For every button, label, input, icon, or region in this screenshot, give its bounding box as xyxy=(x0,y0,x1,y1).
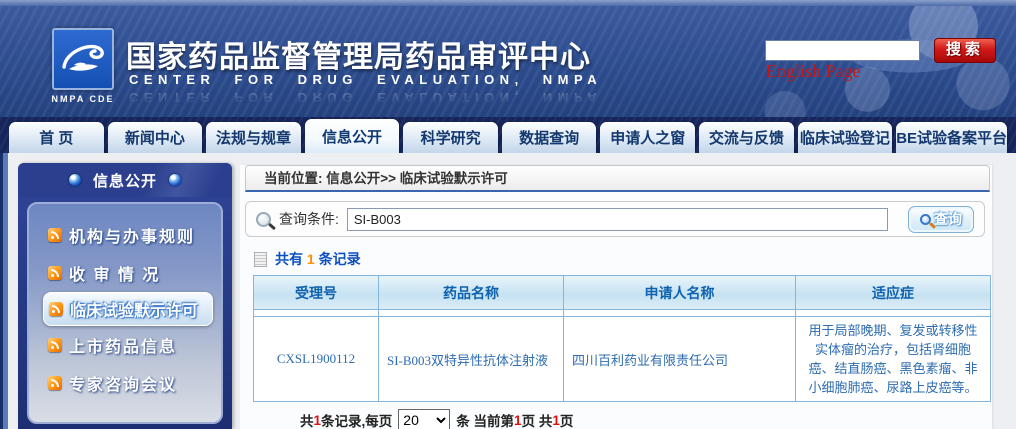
pagination: 共 1条记录,每页 20 条 当前第 1页 共 1 页 xyxy=(300,409,992,429)
column-header-acceptance-no: 受理号 xyxy=(254,276,379,310)
main-content: 当前位置: 信息公开>> 临床试验默示许可 查询条件: 查询 共有 1 条记录 xyxy=(240,165,992,429)
tab-clinical-trial-registry[interactable]: 临床试验登记 xyxy=(798,122,893,153)
record-count-number: 1 xyxy=(307,251,315,267)
sidebar-item-marketed-drug-info[interactable]: 上市药品信息 xyxy=(43,326,213,364)
column-header-drug-name: 药品名称 xyxy=(379,276,564,310)
site-logo[interactable]: NMPA CDE xyxy=(50,28,116,104)
left-edge-light xyxy=(3,153,8,429)
breadcrumb: 当前位置: 信息公开>> 临床试验默示许可 xyxy=(245,165,990,192)
query-bar: 查询条件: 查询 xyxy=(245,201,985,237)
site-search-button[interactable]: 搜索 xyxy=(934,38,996,63)
cell-indication: 用于局部晚期、复发或转移性实体瘤的治疗，包括肾细胞癌、结直肠癌、黑色素瘤、非小细… xyxy=(796,317,991,402)
tab-be-trial-platform[interactable]: BE试验备案平台 xyxy=(896,122,1007,153)
magnifier-icon xyxy=(256,212,271,227)
record-count-row: 共有 1 条记录 xyxy=(254,249,992,269)
pagination-text: 条 当前第 xyxy=(456,410,514,429)
table-spacer-row xyxy=(254,310,991,317)
pagination-text: 页 共 xyxy=(522,410,553,429)
sidebar-item-expert-advisory-meeting[interactable]: 专家咨询会议 xyxy=(43,364,213,402)
magnifier-icon xyxy=(920,214,931,225)
table-row: CXSL1900112 SI-B003双特异性抗体注射液 四川百利药业有限责任公… xyxy=(254,317,991,402)
pagination-text: 页 xyxy=(560,410,574,429)
tab-science-research[interactable]: 科学研究 xyxy=(403,122,498,153)
tab-communication[interactable]: 交流与反馈 xyxy=(699,122,794,153)
pagination-current-page: 1 xyxy=(514,413,522,428)
column-header-indication: 适应症 xyxy=(796,276,991,310)
sidebar-item-org-rules[interactable]: 机构与办事规则 xyxy=(43,216,213,254)
pagination-text: 条记录,每页 xyxy=(321,410,392,429)
logo-swirl-icon xyxy=(52,28,114,90)
results-table: 受理号 药品名称 申请人名称 适应症 CXSL1900112 SI-B003双特… xyxy=(253,275,991,402)
query-label: 查询条件: xyxy=(279,209,339,229)
tab-news[interactable]: 新闻中心 xyxy=(108,122,203,153)
record-count-suffix: 条记录 xyxy=(315,251,361,267)
sidebar-title: 信息公开 xyxy=(93,170,157,191)
pagination-total-pages: 1 xyxy=(552,413,560,428)
rss-icon xyxy=(48,376,62,390)
sidebar-item-label: 专家咨询会议 xyxy=(69,371,177,395)
cell-drug-name: SI-B003双特异性抗体注射液 xyxy=(379,317,564,402)
site-search-input[interactable] xyxy=(765,40,920,61)
tab-regulations[interactable]: 法规与规章 xyxy=(206,122,301,153)
sidebar-item-clinical-trial-implied-license[interactable]: 临床试验默示许可 xyxy=(43,292,213,326)
main-nav: 首 页 新闻中心 法规与规章 信息公开 科学研究 数据查询 申请人之窗 交流与反… xyxy=(0,117,1016,153)
list-icon xyxy=(254,252,267,267)
tab-data-query[interactable]: 数据查询 xyxy=(502,122,597,153)
cell-applicant-name: 四川百利药业有限责任公司 xyxy=(564,317,796,402)
sidebar-header: 信息公开 xyxy=(18,163,232,197)
page-body: 信息公开 机构与办事规则 收 审 情 况 临床试验默示许可 xyxy=(0,153,1016,429)
sidebar-item-acceptance-review[interactable]: 收 审 情 况 xyxy=(43,254,213,292)
tab-applicant-window[interactable]: 申请人之窗 xyxy=(600,122,695,153)
sphere-icon xyxy=(69,174,81,186)
pagination-text: 共 xyxy=(300,410,314,429)
site-subtitle: CENTER FOR DRUG EVALUATION, NMPA xyxy=(129,72,602,87)
sidebar-item-label: 收 审 情 况 xyxy=(69,261,160,285)
rss-icon xyxy=(48,338,62,352)
sidebar: 信息公开 机构与办事规则 收 审 情 况 临床试验默示许可 xyxy=(18,163,232,429)
site-title: 国家药品监督管理局药品审评中心 xyxy=(126,32,591,76)
record-count-prefix: 共有 xyxy=(275,251,307,267)
pagination-total-records: 1 xyxy=(314,413,322,428)
sphere-icon xyxy=(169,174,181,186)
banner: NMPA CDE 国家药品监督管理局药品审评中心 CENTER FOR DRUG… xyxy=(0,6,1016,117)
rss-icon xyxy=(48,266,62,280)
page-size-select[interactable]: 20 xyxy=(398,409,450,429)
sidebar-item-label: 上市药品信息 xyxy=(69,333,177,357)
page: NMPA CDE 国家药品监督管理局药品审评中心 CENTER FOR DRUG… xyxy=(0,0,1016,429)
rss-icon xyxy=(48,228,62,242)
site-subtitle-reflection: CENTER FOR DRUG EVALUATION, NMPA xyxy=(129,90,602,105)
query-button-label: 查询 xyxy=(934,209,962,229)
cell-acceptance-no: CXSL1900112 xyxy=(254,317,379,402)
sidebar-item-label: 临床试验默示许可 xyxy=(70,297,198,321)
table-header-row: 受理号 药品名称 申请人名称 适应症 xyxy=(254,276,991,310)
sidebar-panel: 机构与办事规则 收 审 情 况 临床试验默示许可 上市药品信息 专家咨询会议 xyxy=(27,202,223,424)
query-input[interactable] xyxy=(347,208,888,231)
query-button[interactable]: 查询 xyxy=(908,206,974,233)
tab-info-disclosure[interactable]: 信息公开 xyxy=(305,119,400,153)
column-header-applicant-name: 申请人名称 xyxy=(564,276,796,310)
rss-icon xyxy=(49,302,63,316)
english-page-link[interactable]: English Page xyxy=(766,61,861,82)
tab-home[interactable]: 首 页 xyxy=(9,122,104,153)
logo-text: NMPA CDE xyxy=(50,94,116,104)
sidebar-item-label: 机构与办事规则 xyxy=(69,223,195,247)
